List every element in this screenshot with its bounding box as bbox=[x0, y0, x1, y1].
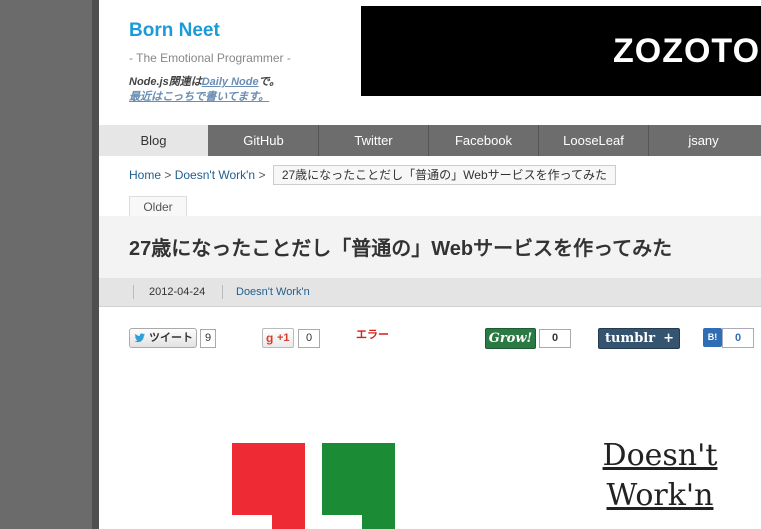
post-category-link[interactable]: Doesn't Work'n bbox=[236, 278, 310, 306]
plus-icon: + bbox=[663, 331, 674, 346]
post-date: 2012-04-24 bbox=[149, 286, 206, 298]
tumblr-label: tumblr bbox=[605, 331, 656, 346]
nav-item-blog[interactable]: Blog bbox=[99, 125, 208, 156]
banner-text: ZOZOTO bbox=[613, 32, 761, 70]
grow-count: 0 bbox=[539, 329, 571, 348]
gplus-label: +1 bbox=[277, 332, 290, 344]
breadcrumb-separator: > bbox=[164, 168, 172, 182]
grow-button[interactable]: Grow! bbox=[485, 328, 536, 349]
older-post-tab[interactable]: Older bbox=[129, 196, 187, 217]
recent-posts-link[interactable]: 最近はこっちで書いてます。 bbox=[129, 90, 280, 105]
tumblr-button[interactable]: tumblr + bbox=[598, 328, 680, 349]
hatena-count: 0 bbox=[722, 328, 754, 348]
tweet-label: ツイート bbox=[149, 332, 193, 344]
left-rail-edge bbox=[92, 0, 99, 529]
main-nav: Blog GitHub Twitter Facebook LooseLeaf j… bbox=[99, 125, 761, 156]
ad-banner[interactable]: ZOZOTO bbox=[361, 6, 761, 96]
meta-divider bbox=[133, 285, 134, 299]
quote-mark-graphic bbox=[232, 443, 395, 529]
nav-item-github[interactable]: GitHub bbox=[209, 125, 318, 156]
breadcrumb: Home > Doesn't Work'n > 27歳になったことだし「普通の」… bbox=[129, 165, 617, 185]
post-title: 27歳になったことだし「普通の」Webサービスを作ってみた bbox=[129, 238, 673, 260]
tweet-count: 9 bbox=[200, 329, 216, 348]
left-rail bbox=[0, 0, 92, 529]
quote-red-tail bbox=[272, 513, 305, 529]
note-line1: Node.js関連はDaily Nodeで。 bbox=[129, 75, 280, 90]
twitter-bird-icon bbox=[134, 333, 145, 343]
note-suffix: で。 bbox=[258, 76, 281, 88]
doesnt-workn-logo[interactable]: Doesn't Work'n bbox=[585, 436, 735, 516]
quote-green-block bbox=[322, 443, 395, 515]
page: Born Neet - The Emotional Programmer - N… bbox=[99, 0, 761, 529]
breadcrumb-current: 27歳になったことだし「普通の」Webサービスを作ってみた bbox=[272, 165, 617, 185]
meta-divider bbox=[222, 285, 223, 299]
tweet-button[interactable]: ツイート bbox=[129, 328, 197, 348]
hatena-bookmark-button[interactable]: B! bbox=[703, 328, 722, 347]
gplus-button[interactable]: g +1 bbox=[262, 328, 294, 348]
breadcrumb-separator: > bbox=[258, 168, 266, 182]
nav-item-twitter[interactable]: Twitter bbox=[319, 125, 428, 156]
site-title[interactable]: Born Neet bbox=[129, 20, 220, 42]
breadcrumb-category[interactable]: Doesn't Work'n bbox=[175, 168, 255, 182]
breadcrumb-home[interactable]: Home bbox=[129, 168, 161, 182]
logo-line1: Doesn't bbox=[602, 438, 718, 473]
post-title-band: 27歳になったことだし「普通の」Webサービスを作ってみた bbox=[99, 216, 761, 278]
gplus-icon: g bbox=[266, 331, 274, 345]
nav-item-looseleaf[interactable]: LooseLeaf bbox=[539, 125, 648, 156]
site-subtitle: - The Emotional Programmer - bbox=[129, 51, 291, 65]
site-note: Node.js関連はDaily Nodeで。 最近はこっちで書いてます。 bbox=[129, 75, 280, 105]
quote-green-tail bbox=[362, 513, 395, 529]
note-prefix: Node.js関連は bbox=[129, 76, 202, 88]
share-error-text: エラー bbox=[356, 329, 389, 341]
daily-node-link[interactable]: Daily Node bbox=[202, 76, 259, 88]
nav-item-jsany[interactable]: jsany bbox=[649, 125, 758, 156]
quote-red-block bbox=[232, 443, 305, 515]
gplus-count: 0 bbox=[298, 329, 320, 348]
logo-line2: Work'n bbox=[606, 478, 714, 513]
nav-item-facebook[interactable]: Facebook bbox=[429, 125, 538, 156]
post-meta: 2012-04-24 Doesn't Work'n bbox=[99, 278, 761, 307]
